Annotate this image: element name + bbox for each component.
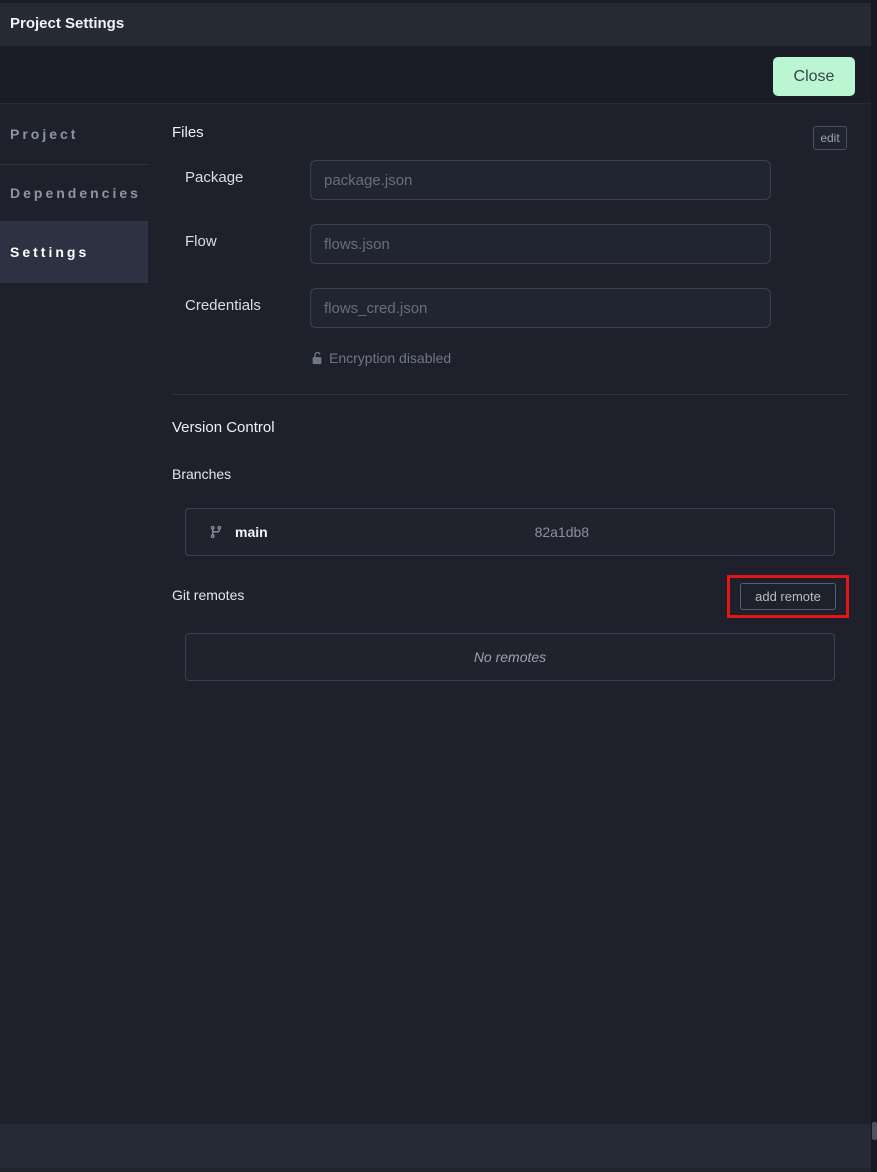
version-control-title: Version Control xyxy=(172,419,275,436)
scrollbar-thumb[interactable] xyxy=(872,1122,877,1140)
remotes-empty-box: No remotes xyxy=(185,633,835,681)
sidebar-item-settings[interactable]: Settings xyxy=(0,222,148,283)
add-remote-button[interactable]: add remote xyxy=(740,583,836,610)
sidebar-item-project[interactable]: Project xyxy=(0,104,148,165)
credentials-label: Credentials xyxy=(185,297,261,314)
branches-title: Branches xyxy=(172,466,231,482)
footer-bar xyxy=(0,1124,877,1172)
branch-commit-hash: 82a1db8 xyxy=(535,524,590,540)
dialog-header: Close xyxy=(0,46,877,104)
files-section-title: Files xyxy=(172,124,204,141)
package-input[interactable] xyxy=(310,160,771,200)
settings-sidebar: Project Dependencies Settings xyxy=(0,104,148,283)
git-remotes-title: Git remotes xyxy=(172,587,244,603)
unlock-icon xyxy=(310,351,329,365)
section-divider xyxy=(172,394,848,395)
close-button[interactable]: Close xyxy=(773,57,855,96)
flow-label: Flow xyxy=(185,233,217,250)
encryption-status-text: Encryption disabled xyxy=(329,350,451,366)
encryption-status: Encryption disabled xyxy=(310,350,451,366)
git-branch-icon xyxy=(209,525,223,539)
annotation-highlight: add remote xyxy=(727,575,849,618)
branch-name: main xyxy=(235,524,268,540)
sidebar-item-dependencies[interactable]: Dependencies xyxy=(0,165,148,222)
edit-files-button[interactable]: edit xyxy=(813,126,847,150)
page-title: Project Settings xyxy=(10,15,124,32)
credentials-input[interactable] xyxy=(310,288,771,328)
package-label: Package xyxy=(185,169,243,186)
scrollbar-track[interactable] xyxy=(871,0,877,1172)
project-settings-dialog: Project Settings Close Project Dependenc… xyxy=(0,0,877,1172)
branch-row-main[interactable]: main 82a1db8 xyxy=(185,508,835,556)
no-remotes-text: No remotes xyxy=(474,649,546,665)
title-bar: Project Settings xyxy=(0,0,877,46)
flow-input[interactable] xyxy=(310,224,771,264)
